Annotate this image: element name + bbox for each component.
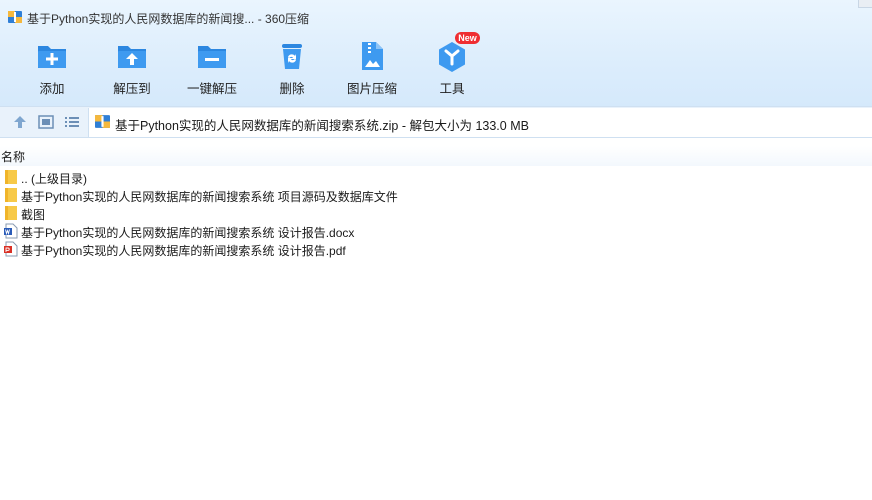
archive-logo-icon xyxy=(8,11,22,23)
column-header-name[interactable]: 名称 xyxy=(1,148,25,165)
folder-icon xyxy=(5,170,17,184)
word-doc-icon xyxy=(4,223,18,239)
pdf-icon xyxy=(4,241,18,257)
thumbnail-view-icon[interactable] xyxy=(38,114,54,130)
add-label: 添加 xyxy=(39,82,65,96)
window-control-button[interactable] xyxy=(858,0,872,8)
image-compress-button[interactable]: 图片压缩 xyxy=(336,36,408,100)
delete-button[interactable]: 删除 xyxy=(256,36,328,100)
title-bar[interactable]: 基于Python实现的人民网数据库的新闻搜... - 360压缩 xyxy=(0,0,872,34)
list-item-screenshots-folder[interactable]: 截图 xyxy=(0,204,872,222)
one-click-extract-label: 一键解压 xyxy=(186,82,237,96)
address-bar: 基于Python实现的人民网数据库的新闻搜索系统.zip - 解包大小为 133… xyxy=(0,106,872,138)
tools-label: 工具 xyxy=(439,82,465,96)
window-title: 基于Python实现的人民网数据库的新闻搜... - 360压缩 xyxy=(27,12,310,26)
add-folder-icon xyxy=(38,46,66,68)
recycle-bin-icon xyxy=(282,44,302,69)
list-item-name: 截图 xyxy=(21,208,46,222)
up-arrow-icon[interactable] xyxy=(12,114,28,130)
one-click-extract-button[interactable]: 一键解压 xyxy=(176,36,248,100)
list-header: 名称 xyxy=(0,146,872,166)
list-item-name: 基于Python实现的人民网数据库的新闻搜索系统 设计报告.pdf xyxy=(21,244,346,258)
list-item-name: 基于Python实现的人民网数据库的新闻搜索系统 项目源码及数据库文件 xyxy=(21,190,398,204)
list-view-icon[interactable] xyxy=(64,114,80,130)
list-item-pdf-file[interactable]: 基于Python实现的人民网数据库的新闻搜索系统 设计报告.pdf xyxy=(0,240,872,258)
extract-to-icon xyxy=(118,46,146,68)
address-path-field[interactable]: 基于Python实现的人民网数据库的新闻搜索系统.zip - 解包大小为 133… xyxy=(88,108,872,137)
list-item-docx-file[interactable]: 基于Python实现的人民网数据库的新闻搜索系统 设计报告.docx xyxy=(0,222,872,240)
tools-icon xyxy=(439,42,465,72)
folder-icon xyxy=(5,206,17,220)
list-item-parent-directory[interactable]: .. (上级目录) xyxy=(0,168,872,186)
folder-icon xyxy=(5,188,17,202)
add-button[interactable]: 添加 xyxy=(16,36,88,100)
image-compress-icon xyxy=(362,42,383,70)
toolbar: 添加 解压到 一键解压 删除 图片压缩 工具 xyxy=(0,36,560,102)
extract-to-label: 解压到 xyxy=(113,82,151,96)
one-click-extract-icon xyxy=(198,46,226,68)
new-badge: New xyxy=(455,32,480,44)
list-item-name: .. (上级目录) xyxy=(21,172,87,186)
image-compress-label: 图片压缩 xyxy=(346,82,397,96)
delete-label: 删除 xyxy=(279,82,305,96)
zip-file-icon xyxy=(95,115,110,128)
list-item-source-folder[interactable]: 基于Python实现的人民网数据库的新闻搜索系统 项目源码及数据库文件 xyxy=(0,186,872,204)
extract-to-button[interactable]: 解压到 xyxy=(96,36,168,100)
archive-window: 基于Python实现的人民网数据库的新闻搜... - 360压缩 添加 解压到 … xyxy=(0,0,872,500)
list-item-name: 基于Python实现的人民网数据库的新闻搜索系统 设计报告.docx xyxy=(21,226,355,240)
tools-button[interactable]: 工具 xyxy=(416,36,488,100)
window-chrome: 基于Python实现的人民网数据库的新闻搜... - 360压缩 添加 解压到 … xyxy=(0,0,872,106)
address-path: 基于Python实现的人民网数据库的新闻搜索系统.zip - 解包大小为 133… xyxy=(115,119,529,133)
